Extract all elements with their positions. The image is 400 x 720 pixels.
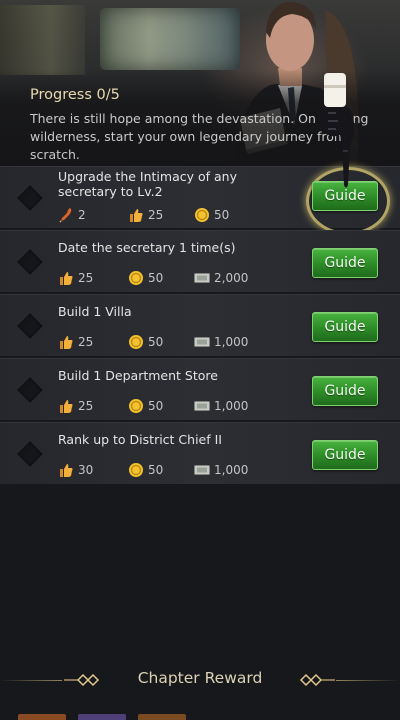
reward-items-strip [0,714,400,720]
task-title: Rank up to District Chief II [58,432,222,447]
reward-item: 50 [128,270,194,286]
reward-value: 50 [148,335,164,349]
cash-icon [194,401,210,411]
gold-coin-icon [195,208,209,222]
guide-button[interactable]: Guide [312,312,378,342]
reward-value: 50 [148,271,164,285]
thumbs-up-icon [60,400,73,413]
reward-slot[interactable] [78,714,126,720]
task-status-diamond [17,441,43,467]
task-rewards: 25 50 2,000 [58,270,248,286]
reward-value: 2,000 [214,271,249,285]
reward-item: 50 [128,462,194,478]
task-list: Upgrade the Intimacy of any secretary to… [0,166,400,486]
thumbs-up-icon [130,209,143,222]
reward-item: 25 [128,207,194,223]
reward-value: 2 [78,208,86,222]
ornament-right-icon [299,673,335,687]
gold-coin-icon [129,271,143,285]
task-rewards: 2 25 50 [58,207,229,223]
pointing-hand-icon [320,73,355,188]
reward-value: 50 [148,463,164,477]
reward-value: 1,000 [214,463,249,477]
divider-right [336,680,400,681]
gold-coin-icon [129,463,143,477]
task-title: Upgrade the Intimacy of any secretary to… [58,169,237,199]
task-row: Rank up to District Chief II 30 50 1,000… [0,422,400,484]
reward-item: 25 [58,334,128,350]
task-row: Date the secretary 1 time(s) 25 50 2,000… [0,230,400,292]
task-title: Build 1 Villa [58,304,132,319]
reward-item: 2 [58,207,128,223]
task-rewards: 25 50 1,000 [58,398,248,414]
reward-value: 30 [78,463,94,477]
reward-value: 50 [148,399,164,413]
reward-item: 2,000 [194,270,248,286]
reward-value: 1,000 [214,335,249,349]
car-window [100,8,240,70]
reward-item: 1,000 [194,334,248,350]
reward-slot[interactable] [138,714,186,720]
thumbs-up-icon [60,464,73,477]
reward-value: 25 [78,335,94,349]
task-title: Build 1 Department Store [58,368,218,383]
reward-item: 1,000 [194,462,248,478]
task-rewards: 25 50 1,000 [58,334,248,350]
reward-item: 25 [58,270,128,286]
cash-icon [194,465,210,475]
chapter-reward-label: Chapter Reward [137,669,263,687]
thumbs-up-icon [60,272,73,285]
task-status-diamond [17,249,43,275]
car-window-left [0,5,85,75]
reward-item: 50 [128,334,194,350]
guide-button[interactable]: Guide [312,376,378,406]
thumbs-up-icon [60,336,73,349]
feather-pen-icon [59,208,72,223]
reward-value: 25 [148,208,164,222]
gold-coin-icon [129,399,143,413]
reward-item: 1,000 [194,398,248,414]
reward-value: 1,000 [214,399,249,413]
task-row: Build 1 Department Store 25 50 1,000 Gui… [0,358,400,420]
task-status-diamond [17,313,43,339]
gold-coin-icon [129,335,143,349]
progress-label: Progress 0/5 [30,87,120,103]
cash-icon [194,337,210,347]
task-status-diamond [17,377,43,403]
task-title: Date the secretary 1 time(s) [58,240,236,255]
reward-item: 50 [128,398,194,414]
task-row: Build 1 Villa 25 50 1,000 Guide [0,294,400,356]
reward-value: 50 [214,208,230,222]
guide-button[interactable]: Guide [312,248,378,278]
reward-item: 30 [58,462,128,478]
reward-item: 25 [58,398,128,414]
cash-icon [194,273,210,283]
reward-slot[interactable] [18,714,66,720]
reward-value: 25 [78,271,94,285]
reward-value: 25 [78,399,94,413]
chapter-reward-header[interactable]: Chapter Reward [0,660,400,700]
guide-button[interactable]: Guide [312,440,378,470]
task-status-diamond [17,185,43,211]
task-rewards: 30 50 1,000 [58,462,248,478]
reward-item: 50 [194,207,229,223]
